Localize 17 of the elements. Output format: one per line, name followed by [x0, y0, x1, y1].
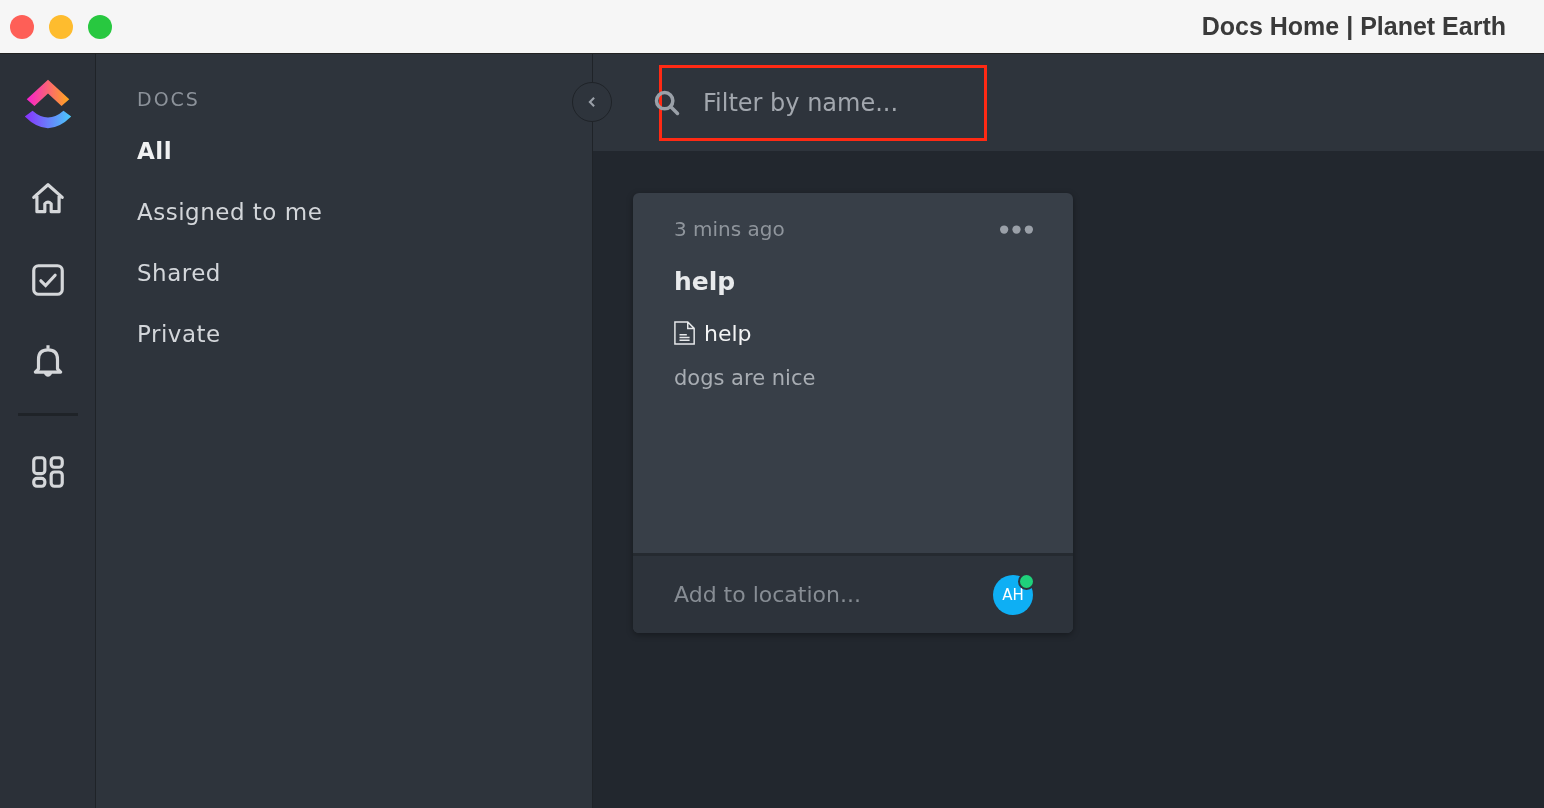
close-window-button[interactable]	[10, 14, 34, 39]
doc-title: help	[674, 267, 737, 296]
search-field[interactable]: Filter by name...	[703, 88, 943, 117]
doc-card[interactable]: 3 mins ago help help dogs are nice Add to location... AH	[633, 193, 1073, 633]
search-icon	[653, 88, 681, 117]
sidebar-heading: DOCS	[137, 88, 201, 110]
window-title: Docs Home | Planet Earth	[1201, 12, 1506, 41]
sidebar-item[interactable]: All	[137, 138, 592, 164]
more-icon[interactable]	[1000, 224, 1033, 234]
document-icon	[674, 320, 696, 346]
sidebar-item[interactable]: Shared	[137, 260, 592, 286]
sidebar-item[interactable]: Private	[137, 321, 592, 347]
doc-time: 3 mins ago	[674, 217, 785, 241]
doc-preview: dogs are nice	[674, 366, 817, 390]
location-field[interactable]: Add to location...	[674, 582, 934, 607]
sidebar-item[interactable]: Assigned to me	[137, 199, 592, 225]
page-name[interactable]: help	[704, 320, 752, 346]
